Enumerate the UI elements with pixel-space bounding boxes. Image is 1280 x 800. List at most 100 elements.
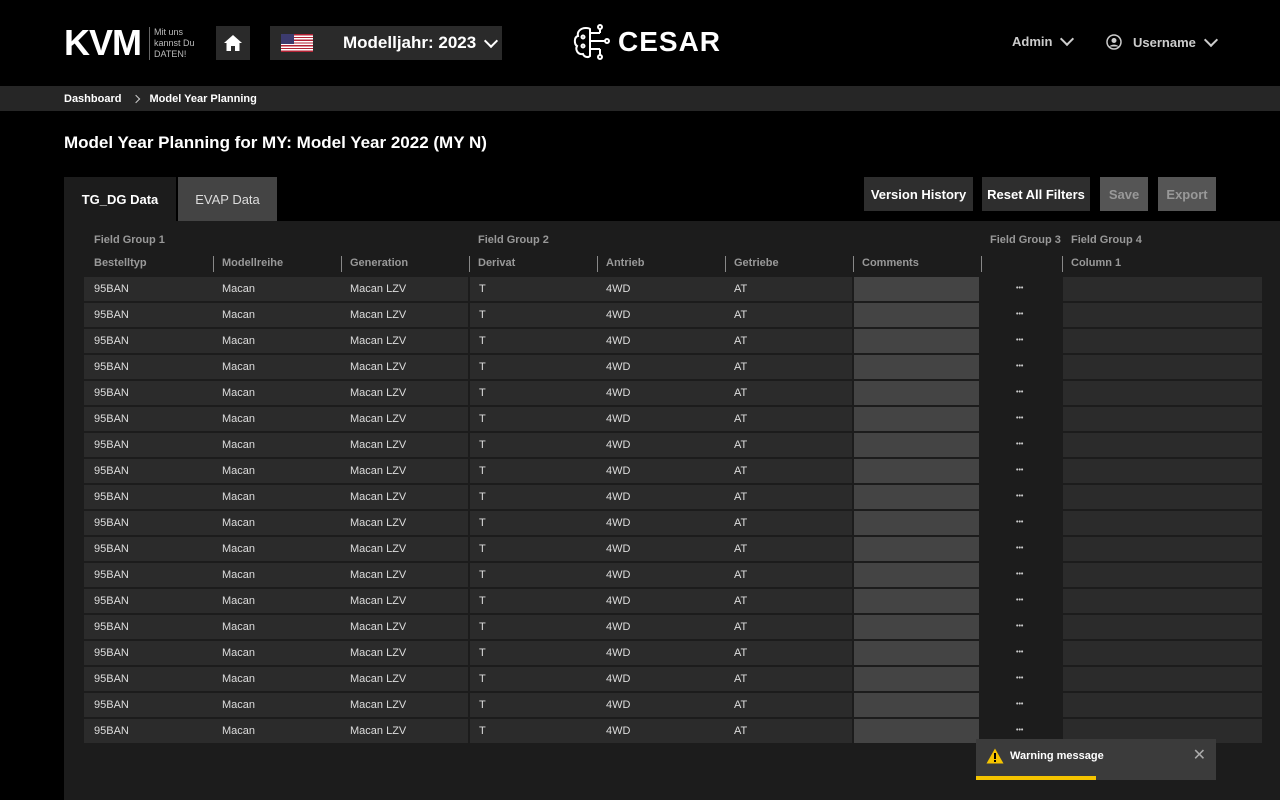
more-actions-icon[interactable]: •••: [1016, 285, 1023, 292]
table-row[interactable]: 95BAN Macan Macan LZV T 4WD AT •••: [84, 433, 1262, 459]
more-actions-icon[interactable]: •••: [1016, 493, 1023, 500]
home-button[interactable]: [216, 26, 250, 60]
comment-input[interactable]: [854, 407, 979, 431]
save-button[interactable]: Save: [1100, 177, 1148, 211]
column-header-column-1[interactable]: Column 1: [1062, 256, 1121, 272]
more-actions-icon[interactable]: •••: [1016, 675, 1023, 682]
comment-input[interactable]: [854, 615, 979, 639]
table-row[interactable]: 95BAN Macan Macan LZV T 4WD AT •••: [84, 277, 1262, 303]
more-actions-icon[interactable]: •••: [1016, 623, 1023, 630]
table-row[interactable]: 95BAN Macan Macan LZV T 4WD AT •••: [84, 589, 1262, 615]
more-actions-icon[interactable]: •••: [1016, 441, 1023, 448]
column-header-modellreihe[interactable]: Modellreihe: [213, 256, 283, 272]
table-row[interactable]: 95BAN Macan Macan LZV T 4WD AT •••: [84, 537, 1262, 563]
cell-modellreihe: Macan: [222, 335, 256, 347]
more-actions-icon[interactable]: •••: [1016, 467, 1023, 474]
row-background: [1063, 511, 1262, 535]
tab-evap-data[interactable]: EVAP Data: [178, 177, 277, 221]
table-row[interactable]: 95BAN Macan Macan LZV T 4WD AT •••: [84, 693, 1262, 719]
comment-input[interactable]: [854, 641, 979, 665]
breadcrumb-dashboard[interactable]: Dashboard: [64, 93, 121, 105]
comment-input[interactable]: [854, 303, 979, 327]
cell-modellreihe: Macan: [222, 309, 256, 321]
comment-input[interactable]: [854, 277, 979, 301]
cell-antrieb: 4WD: [606, 361, 631, 373]
comment-input[interactable]: [854, 485, 979, 509]
comment-input[interactable]: [854, 459, 979, 483]
table-row[interactable]: 95BAN Macan Macan LZV T 4WD AT •••: [84, 485, 1262, 511]
circuit-brain-icon: [573, 24, 610, 60]
column-header-comments[interactable]: Comments: [853, 256, 919, 272]
comment-input[interactable]: [854, 329, 979, 353]
row-background: [84, 485, 468, 509]
table-row[interactable]: 95BAN Macan Macan LZV T 4WD AT •••: [84, 615, 1262, 641]
export-button[interactable]: Export: [1158, 177, 1216, 211]
cell-generation: Macan LZV: [350, 439, 407, 451]
table-row[interactable]: 95BAN Macan Macan LZV T 4WD AT •••: [84, 641, 1262, 667]
column-header-derivat[interactable]: Derivat: [469, 256, 515, 272]
version-history-button[interactable]: Version History: [864, 177, 973, 211]
cell-bestelltyp: 95BAN: [94, 569, 129, 581]
comment-input[interactable]: [854, 719, 979, 743]
table-row[interactable]: 95BAN Macan Macan LZV T 4WD AT •••: [84, 563, 1262, 589]
country-selector[interactable]: [270, 26, 334, 60]
more-actions-icon[interactable]: •••: [1016, 363, 1023, 370]
cell-derivat: T: [479, 283, 486, 295]
column-header-generation[interactable]: Generation: [341, 256, 408, 272]
close-icon[interactable]: ✕: [1193, 748, 1206, 764]
cell-modellreihe: Macan: [222, 725, 256, 737]
comment-input[interactable]: [854, 537, 979, 561]
more-actions-icon[interactable]: •••: [1016, 389, 1023, 396]
table-row[interactable]: 95BAN Macan Macan LZV T 4WD AT •••: [84, 303, 1262, 329]
reset-filters-button[interactable]: Reset All Filters: [982, 177, 1090, 211]
cell-bestelltyp: 95BAN: [94, 647, 129, 659]
cell-antrieb: 4WD: [606, 543, 631, 555]
more-actions-icon[interactable]: •••: [1016, 597, 1023, 604]
field-group-2-header: Field Group 2: [478, 234, 549, 246]
comment-input[interactable]: [854, 381, 979, 405]
cell-modellreihe: Macan: [222, 621, 256, 633]
table-row[interactable]: 95BAN Macan Macan LZV T 4WD AT •••: [84, 511, 1262, 537]
cell-antrieb: 4WD: [606, 283, 631, 295]
row-background: [84, 355, 468, 379]
cell-getriebe: AT: [734, 543, 748, 555]
chevron-right-icon: [132, 94, 141, 103]
more-actions-icon[interactable]: •••: [1016, 311, 1023, 318]
cell-generation: Macan LZV: [350, 413, 407, 425]
more-actions-icon[interactable]: •••: [1016, 649, 1023, 656]
more-actions-icon[interactable]: •••: [1016, 727, 1023, 734]
comment-input[interactable]: [854, 667, 979, 691]
kvm-logo[interactable]: KVM Mit uns kannst Du DATEN!: [64, 25, 199, 61]
more-actions-icon[interactable]: •••: [1016, 701, 1023, 708]
more-actions-icon[interactable]: •••: [1016, 519, 1023, 526]
column-header-antrieb[interactable]: Antrieb: [597, 256, 645, 272]
comment-input[interactable]: [854, 589, 979, 613]
more-actions-icon[interactable]: •••: [1016, 545, 1023, 552]
comment-input[interactable]: [854, 563, 979, 587]
cell-derivat: T: [479, 673, 486, 685]
cell-bestelltyp: 95BAN: [94, 725, 129, 737]
comment-input[interactable]: [854, 511, 979, 535]
table-row[interactable]: 95BAN Macan Macan LZV T 4WD AT •••: [84, 667, 1262, 693]
table-row[interactable]: 95BAN Macan Macan LZV T 4WD AT •••: [84, 459, 1262, 485]
cell-bestelltyp: 95BAN: [94, 465, 129, 477]
user-menu[interactable]: Username: [1106, 32, 1218, 50]
column-header-bestelltyp[interactable]: Bestelltyp: [86, 256, 147, 272]
more-actions-icon[interactable]: •••: [1016, 337, 1023, 344]
comment-input[interactable]: [854, 693, 979, 717]
row-background: [1063, 407, 1262, 431]
model-year-dropdown[interactable]: Modelljahr: 2023: [324, 26, 502, 60]
comment-input[interactable]: [854, 433, 979, 457]
table-row[interactable]: 95BAN Macan Macan LZV T 4WD AT •••: [84, 355, 1262, 381]
comment-input[interactable]: [854, 355, 979, 379]
column-header-getriebe[interactable]: Getriebe: [725, 256, 779, 272]
table-row[interactable]: 95BAN Macan Macan LZV T 4WD AT •••: [84, 407, 1262, 433]
more-actions-icon[interactable]: •••: [1016, 415, 1023, 422]
more-actions-icon[interactable]: •••: [1016, 571, 1023, 578]
cell-bestelltyp: 95BAN: [94, 595, 129, 607]
table-row[interactable]: 95BAN Macan Macan LZV T 4WD AT •••: [84, 381, 1262, 407]
admin-menu[interactable]: Admin: [1012, 31, 1075, 49]
row-background: [1063, 303, 1262, 327]
tab-tg-dg-data[interactable]: TG_DG Data: [64, 177, 176, 221]
table-row[interactable]: 95BAN Macan Macan LZV T 4WD AT •••: [84, 329, 1262, 355]
